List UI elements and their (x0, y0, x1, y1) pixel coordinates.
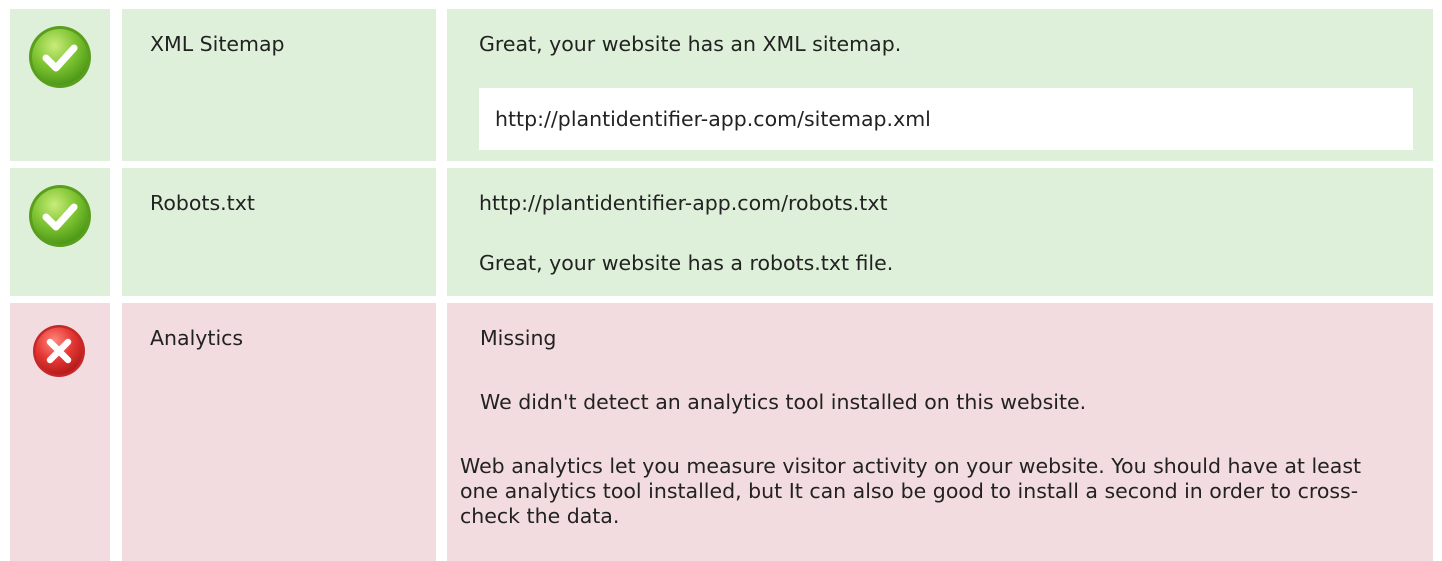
check-row-xml-sitemap: XML Sitemap Great, your website has an X… (0, 9, 1442, 161)
check-icon (29, 26, 91, 88)
check-label: Analytics (122, 303, 436, 561)
check-label: XML Sitemap (122, 9, 436, 161)
sitemap-url: http://plantidentifier-app.com/sitemap.x… (495, 107, 931, 131)
check-message: Great, your website has an XML sitemap. (479, 32, 902, 56)
check-icon (29, 185, 91, 247)
check-content: http://plantidentifier-app.com/robots.tx… (447, 168, 1433, 296)
status-cell (10, 303, 110, 561)
close-icon (33, 325, 85, 377)
seo-report: XML Sitemap Great, your website has an X… (0, 0, 1442, 561)
check-message: We didn't detect an analytics tool insta… (480, 390, 1087, 414)
check-description: Web analytics let you measure visitor ac… (460, 454, 1362, 528)
check-row-analytics: Analytics Missing We didn't detect an an… (0, 303, 1442, 561)
check-label: Robots.txt (122, 168, 436, 296)
check-row-robots: Robots.txt http://plantidentifier-app.co… (0, 168, 1442, 296)
check-content: Missing We didn't detect an analytics to… (447, 303, 1433, 561)
check-message: Great, your website has a robots.txt fil… (479, 251, 894, 275)
status-cell (10, 168, 110, 296)
status-cell (10, 9, 110, 161)
check-label-text: Analytics (150, 326, 244, 350)
sitemap-url-box: http://plantidentifier-app.com/sitemap.x… (479, 88, 1413, 150)
robots-url: http://plantidentifier-app.com/robots.tx… (479, 191, 888, 215)
check-label-text: XML Sitemap (150, 32, 285, 56)
analytics-status: Missing (480, 326, 557, 350)
check-content: Great, your website has an XML sitemap. … (447, 9, 1433, 161)
check-label-text: Robots.txt (150, 191, 255, 215)
